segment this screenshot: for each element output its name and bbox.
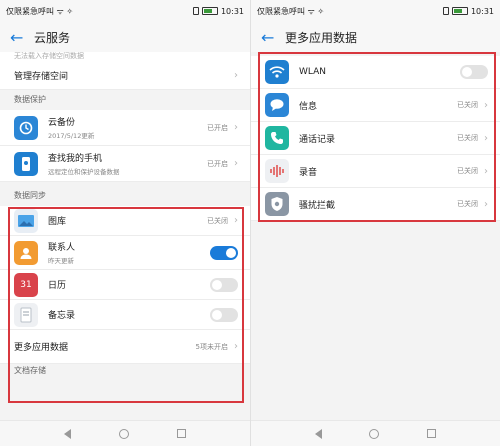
nav-recents-icon[interactable] [177,429,186,438]
cloud-backup-icon [14,115,38,140]
status-bar: 仅限紧急呼叫 ᯤ ✧ 10:31 [0,0,250,22]
recordings-status: 已关闭 [457,167,478,175]
notes-toggle[interactable] [210,307,238,322]
harassment-filter-status: 已关闭 [457,200,478,208]
app-bar: ← 云服务 [0,22,250,52]
cloud-backup-row[interactable]: 云备份 2017/5/12更新 已开启 › [0,110,250,146]
find-phone-label: 查找我的手机 [48,154,103,164]
carrier-text: 仅限紧急呼叫 ᯤ ✧ [257,6,325,16]
find-phone-status: 已开启 [207,159,228,168]
battery-icon [451,7,468,15]
nav-back-icon[interactable] [314,428,322,439]
calendar-label: 日历 [48,281,67,291]
contacts-toggle[interactable] [210,245,238,260]
section-header-doc-storage: 文档存储 [0,364,250,378]
call-log-status: 已关闭 [457,134,478,142]
more-app-data-row[interactable]: 更多应用数据 5项未开启 › [0,330,250,364]
cloud-backup-label: 云备份 [48,118,76,128]
carrier-text: 仅限紧急呼叫 ᯤ ✧ [6,6,74,16]
chevron-right-icon: › [234,70,238,81]
gallery-label: 图库 [48,217,67,227]
call-log-label: 通话记录 [299,134,336,145]
more-app-data-screen: 仅限紧急呼叫 ᯤ ✧ 10:31 ← 更多应用数据 WLAN 信息 已关闭 › … [250,0,500,446]
chevron-right-icon: › [484,198,488,210]
chevron-right-icon: › [484,99,488,111]
find-phone-sub: 远程定位和保护设备数据 [48,168,120,176]
find-phone-icon [14,151,38,176]
nav-home-icon[interactable] [369,428,380,439]
manage-storage-row[interactable]: 管理存储空间 › [0,62,250,90]
contacts-sub: 昨天更新 [48,257,74,265]
nav-back-icon[interactable] [64,428,71,439]
manage-storage-label: 管理存储空间 [14,72,69,82]
phone-icon [265,126,289,150]
cloud-service-screen: 仅限紧急呼叫 ᯤ ✧ 10:31 ← 云服务 无法载入存储空间数据 管理存储空间… [0,0,250,446]
back-arrow-icon[interactable]: ← [261,28,285,47]
messages-row[interactable]: 信息 已关闭 › [251,89,500,122]
nav-bar [0,420,250,446]
messages-status: 已关闭 [457,101,478,109]
nav-recents-icon[interactable] [427,429,437,438]
status-time: 10:31 [470,6,494,16]
chevron-right-icon: › [234,122,238,133]
vibrate-icon [442,7,449,15]
harassment-filter-row[interactable]: 骚扰拦截 已关闭 › [251,188,500,221]
wifi-icon [265,60,289,84]
section-header-data-sync: 数据同步 [0,186,250,206]
nav-bar [251,420,500,446]
page-title: 云服务 [34,30,71,45]
chevron-right-icon: › [234,341,238,352]
recorder-icon [265,159,289,183]
battery-icon [201,7,218,15]
chevron-right-icon: › [234,215,238,226]
gallery-status: 已关闭 [207,216,228,225]
messages-label: 信息 [299,101,318,112]
chevron-right-icon: › [484,165,488,177]
chevron-right-icon: › [234,158,238,169]
find-phone-row[interactable]: 查找我的手机 远程定位和保护设备数据 已开启 › [0,146,250,182]
notes-row[interactable]: 备忘录 [0,300,250,330]
chevron-right-icon: › [484,132,488,144]
wlan-row[interactable]: WLAN [251,56,500,89]
vibrate-icon [192,7,199,15]
app-bar: ← 更多应用数据 [251,22,500,52]
notes-icon [14,302,38,327]
more-app-data-label: 更多应用数据 [14,343,69,353]
call-log-row[interactable]: 通话记录 已关闭 › [251,122,500,155]
calendar-row[interactable]: 31 日历 [0,270,250,300]
cloud-backup-status: 已开启 [207,123,228,132]
contacts-label: 联系人 [48,243,76,253]
status-time: 10:31 [220,6,244,16]
storage-unavailable-text: 无法载入存储空间数据 [0,52,250,62]
more-app-data-status: 5项未开启 [195,342,228,351]
nav-home-icon[interactable] [119,428,129,439]
harassment-filter-label: 骚扰拦截 [299,200,336,211]
calendar-icon: 31 [14,272,38,297]
gallery-row[interactable]: 图库 已关闭 › [0,206,250,236]
shield-icon [265,192,289,216]
status-bar: 仅限紧急呼叫 ᯤ ✧ 10:31 [251,0,500,22]
calendar-toggle[interactable] [210,277,238,292]
contacts-row[interactable]: 联系人 昨天更新 [0,236,250,270]
gallery-icon [14,208,38,233]
cloud-backup-sub: 2017/5/12更新 [48,132,95,140]
message-icon [265,93,289,117]
section-header-data-protection: 数据保护 [0,90,250,110]
back-arrow-icon[interactable]: ← [10,28,34,47]
wlan-toggle[interactable] [460,65,488,79]
notes-label: 备忘录 [48,311,76,321]
contacts-icon [14,240,38,265]
wlan-label: WLAN [299,67,327,77]
recordings-label: 录音 [299,167,318,178]
recordings-row[interactable]: 录音 已关闭 › [251,155,500,188]
page-title: 更多应用数据 [285,30,358,45]
